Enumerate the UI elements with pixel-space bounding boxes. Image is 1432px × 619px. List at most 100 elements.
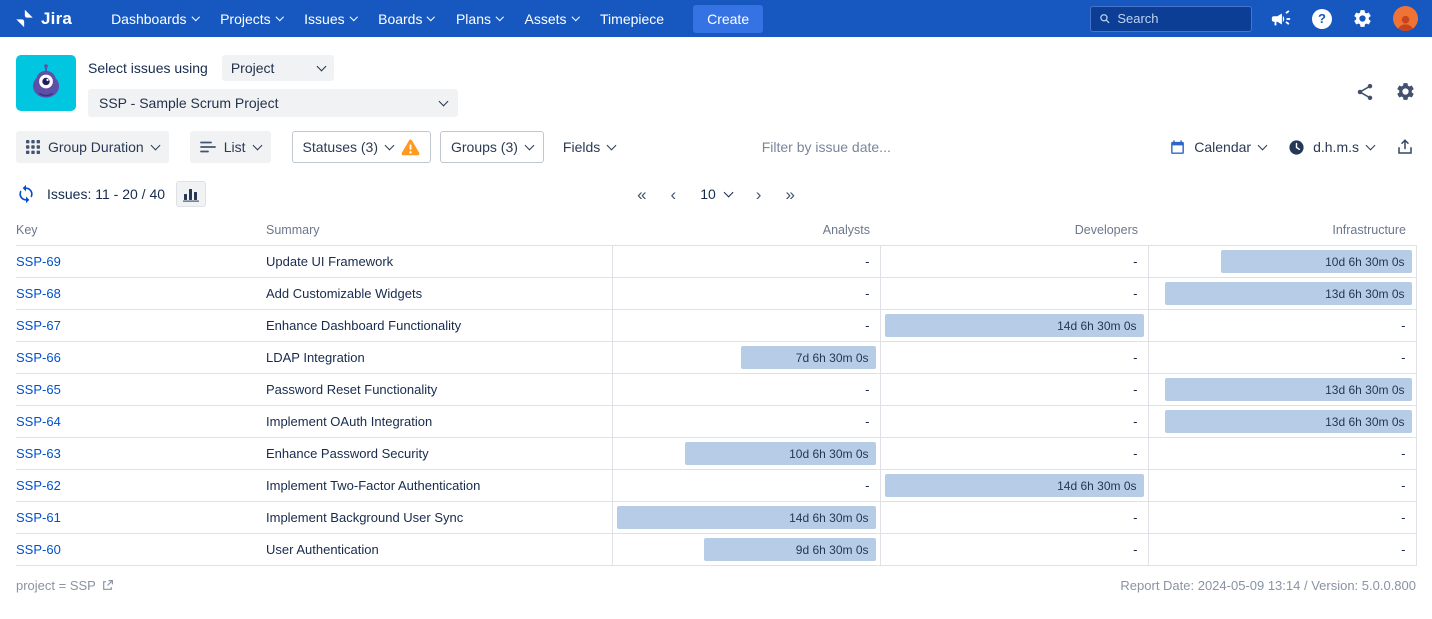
nav-item-label: Plans — [456, 11, 491, 27]
navbar-search[interactable] — [1090, 6, 1252, 32]
statuses-dropdown[interactable]: Statuses (3) — [292, 131, 431, 163]
duration-cell-analysts: - — [612, 278, 880, 310]
issue-key-link[interactable]: SSP-66 — [16, 350, 61, 365]
duration-format-dropdown[interactable]: d.h.m.s — [1278, 131, 1384, 163]
warning-icon — [401, 139, 420, 156]
key-cell: SSP-60 — [16, 534, 266, 566]
nav-item-dashboards[interactable]: Dashboards — [100, 0, 209, 37]
issue-key-link[interactable]: SSP-61 — [16, 510, 61, 525]
issue-table: Key Summary Analysts Developers Infrastr… — [16, 217, 1417, 566]
duration-cell-infrastructure: - — [1148, 438, 1416, 470]
avatar-person-icon — [1396, 14, 1415, 31]
jql-filter-text: project = SSP — [16, 578, 96, 593]
nav-item-label: Timepiece — [600, 11, 664, 27]
column-header-analysts: Analysts — [612, 217, 880, 246]
issue-source-dropdown[interactable]: Project — [222, 55, 334, 81]
duration-bar: 7d 6h 30m 0s — [741, 346, 876, 369]
help-icon[interactable] — [1312, 9, 1332, 29]
nav-item-plans[interactable]: Plans — [445, 0, 514, 37]
issue-key-link[interactable]: SSP-60 — [16, 542, 61, 557]
create-button[interactable]: Create — [693, 5, 763, 33]
chevron-down-icon — [439, 96, 449, 106]
duration-cell-developers: - — [880, 534, 1148, 566]
refresh-icon[interactable] — [16, 184, 36, 204]
groups-dropdown[interactable]: Groups (3) — [440, 131, 544, 163]
next-page-button[interactable]: › — [756, 186, 762, 203]
chevron-down-icon — [252, 140, 262, 150]
duration-cell-infrastructure: 13d 6h 30m 0s — [1148, 278, 1416, 310]
issue-summary: Implement Background User Sync — [266, 502, 612, 534]
jql-filter-link[interactable]: project = SSP — [16, 578, 114, 593]
duration-cell-analysts: - — [612, 310, 880, 342]
key-cell: SSP-68 — [16, 278, 266, 310]
nav-item-projects[interactable]: Projects — [209, 0, 293, 37]
duration-cell-analysts: - — [612, 374, 880, 406]
issue-date-filter-input[interactable]: Filter by issue date... — [627, 139, 1159, 155]
issue-summary: Update UI Framework — [266, 246, 612, 278]
share-icon[interactable] — [1355, 82, 1375, 102]
page-size-dropdown[interactable]: 10 — [700, 186, 732, 202]
duration-cell-developers: 14d 6h 30m 0s — [880, 470, 1148, 502]
navbar-icons — [1270, 6, 1418, 31]
search-input[interactable] — [1117, 11, 1243, 26]
report-settings-gear-icon[interactable] — [1395, 81, 1416, 102]
duration-cell-infrastructure: 13d 6h 30m 0s — [1148, 406, 1416, 438]
chart-view-button[interactable] — [176, 181, 206, 207]
view-list-dropdown[interactable]: List — [190, 131, 271, 163]
nav-item-timepiece[interactable]: Timepiece — [589, 0, 675, 37]
issue-key-link[interactable]: SSP-67 — [16, 318, 61, 333]
table-row: SSP-68Add Customizable Widgets--13d 6h 3… — [16, 278, 1416, 310]
calendar-label: Calendar — [1194, 139, 1251, 155]
top-navbar: Jira Dashboards Projects IssuesBoards Plans… — [0, 0, 1432, 37]
issue-source-value: Project — [231, 60, 275, 76]
announcements-icon[interactable] — [1270, 8, 1292, 30]
fields-label: Fields — [563, 139, 600, 155]
issue-key-link[interactable]: SSP-65 — [16, 382, 61, 397]
issue-key-link[interactable]: SSP-63 — [16, 446, 61, 461]
duration-bar: 13d 6h 30m 0s — [1165, 410, 1412, 433]
duration-cell-analysts: 10d 6h 30m 0s — [612, 438, 880, 470]
export-button[interactable] — [1386, 133, 1416, 162]
issue-summary: Implement Two-Factor Authentication — [266, 470, 612, 502]
duration-bar: 10d 6h 30m 0s — [1221, 250, 1412, 273]
issue-summary: Add Customizable Widgets — [266, 278, 612, 310]
issue-summary: Password Reset Functionality — [266, 374, 612, 406]
settings-gear-icon[interactable] — [1352, 8, 1373, 29]
issue-key-link[interactable]: SSP-69 — [16, 254, 61, 269]
pagination-controls: « ‹ 10 › » — [637, 186, 795, 203]
table-row: SSP-67Enhance Dashboard Functionality-14… — [16, 310, 1416, 342]
chevron-down-icon — [316, 61, 326, 71]
issue-key-link[interactable]: SSP-62 — [16, 478, 61, 493]
key-cell: SSP-66 — [16, 342, 266, 374]
chevron-down-icon — [276, 13, 284, 21]
prev-page-button[interactable]: ‹ — [671, 186, 677, 203]
column-header-infrastructure: Infrastructure — [1148, 217, 1416, 246]
duration-cell-infrastructure: - — [1148, 342, 1416, 374]
issue-key-link[interactable]: SSP-68 — [16, 286, 61, 301]
duration-cell-developers: 14d 6h 30m 0s — [880, 310, 1148, 342]
nav-item-boards[interactable]: Boards — [367, 0, 445, 37]
bar-chart-icon — [183, 187, 199, 202]
user-avatar[interactable] — [1393, 6, 1418, 31]
group-duration-dropdown[interactable]: Group Duration — [16, 131, 169, 163]
issue-key-link[interactable]: SSP-64 — [16, 414, 61, 429]
duration-cell-analysts: - — [612, 470, 880, 502]
nav-item-label: Projects — [220, 11, 271, 27]
first-page-button[interactable]: « — [637, 186, 646, 203]
key-cell: SSP-61 — [16, 502, 266, 534]
nav-item-assets[interactable]: Assets — [514, 0, 590, 37]
duration-cell-developers: - — [880, 406, 1148, 438]
navbar-menu: Dashboards Projects IssuesBoards Plans Asset… — [100, 0, 675, 37]
duration-cell-analysts: - — [612, 246, 880, 278]
fields-dropdown[interactable]: Fields — [553, 131, 625, 163]
calendar-dropdown[interactable]: Calendar — [1159, 131, 1276, 163]
jira-home-link[interactable]: Jira — [14, 8, 72, 29]
nav-item-label: Dashboards — [111, 11, 187, 27]
page-size-value: 10 — [700, 186, 716, 202]
project-value: SSP - Sample Scrum Project — [99, 95, 278, 111]
chevron-down-icon — [385, 140, 395, 150]
project-dropdown[interactable]: SSP - Sample Scrum Project — [88, 89, 458, 117]
nav-item-issues[interactable]: Issues — [293, 0, 367, 37]
last-page-button[interactable]: » — [785, 186, 794, 203]
grid-icon — [26, 140, 40, 154]
